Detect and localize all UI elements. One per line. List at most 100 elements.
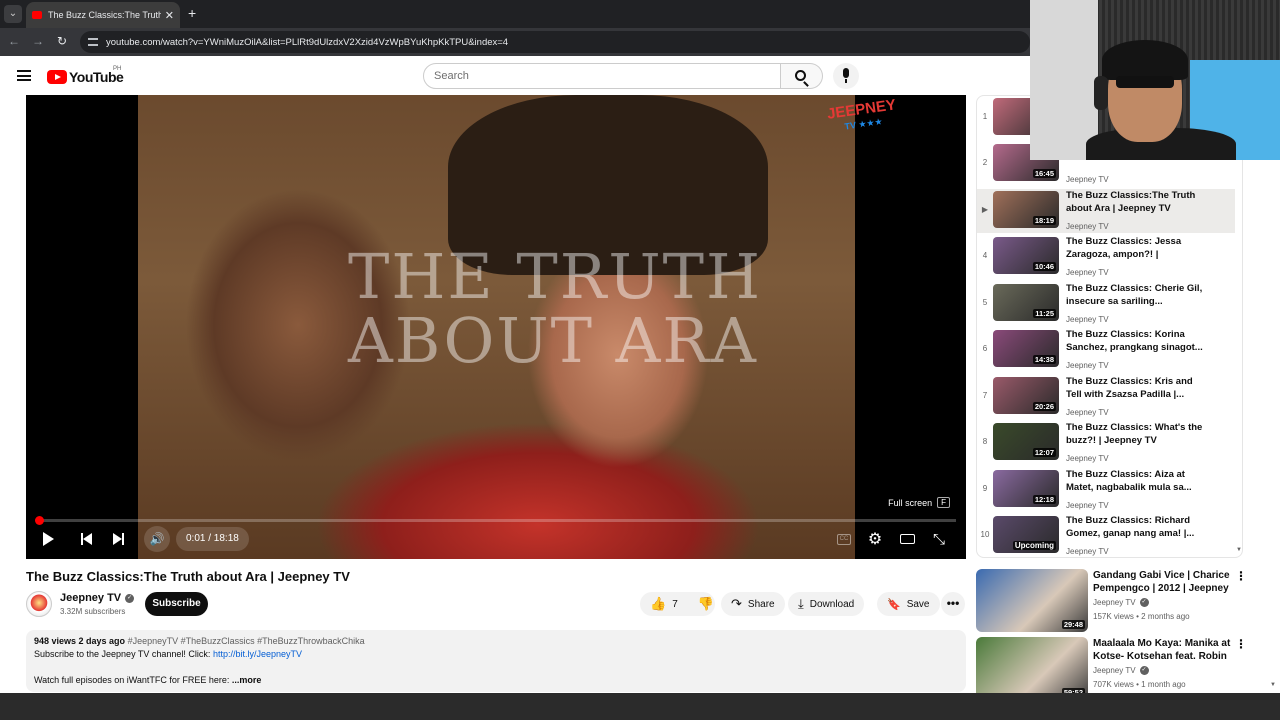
- share-icon: ↷: [731, 596, 742, 611]
- save-button[interactable]: 🔖 Save: [877, 592, 940, 616]
- show-more-link[interactable]: ...more: [232, 675, 262, 685]
- playlist-item-channel[interactable]: Jeepney TV: [1066, 268, 1109, 277]
- youtube-logo[interactable]: YouTube PH: [47, 66, 124, 85]
- captions-button[interactable]: CC: [832, 527, 856, 551]
- playlist-item[interactable]: 9 12:18 The Buzz Classics: Aiza at Matet, …: [977, 468, 1235, 512]
- subscribe-button[interactable]: Subscribe: [145, 592, 208, 616]
- playlist-item-title[interactable]: The Buzz Classics: Aiza at Matet, nagbab…: [1066, 468, 1206, 494]
- video-frame: THE TRUTH ABOUT ARA JEEPNEY TV ★★★: [138, 95, 897, 559]
- previous-button[interactable]: [74, 527, 98, 551]
- search-icon: [795, 70, 806, 81]
- playlist-item-channel[interactable]: Jeepney TV: [1066, 361, 1109, 370]
- playlist-item-title[interactable]: The Buzz Classics: Richard Gomez, ganap …: [1066, 514, 1206, 540]
- play-button[interactable]: [36, 527, 60, 551]
- recommended-video-channel[interactable]: Jeepney TV ✓: [1093, 666, 1149, 675]
- playlist-item-thumbnail[interactable]: 11:25: [993, 284, 1059, 321]
- settings-button[interactable]: ⚙: [863, 527, 887, 551]
- recommended-video-title[interactable]: Maalaala Mo Kaya: Manika at Kotse- Kotse…: [1093, 637, 1235, 663]
- playlist-item[interactable]: 5 11:25 The Buzz Classics: Cherie Gil, ins…: [977, 282, 1235, 326]
- playlist-item-thumbnail[interactable]: Upcoming: [993, 516, 1059, 553]
- share-button[interactable]: ↷ Share: [721, 592, 785, 616]
- recommended-video-title[interactable]: Gandang Gabi Vice | Charice Pempengco | …: [1093, 569, 1235, 595]
- theater-mode-button[interactable]: [895, 527, 919, 551]
- voice-search-button[interactable]: [833, 63, 859, 89]
- channel-link[interactable]: http://bit.ly/JeepneyTV: [213, 649, 302, 659]
- playlist-item-duration: 14:38: [1032, 355, 1056, 364]
- recommended-channel-name[interactable]: Jeepney TV: [1093, 666, 1136, 675]
- recommended-video-thumbnail[interactable]: 59:52: [976, 637, 1088, 700]
- playlist-item-channel[interactable]: Jeepney TV: [1066, 501, 1109, 510]
- recommended-video-channel[interactable]: Jeepney TV ✓: [1093, 598, 1149, 607]
- browser-tab-active[interactable]: The Buzz Classics:The Truth about Ara | …: [26, 2, 180, 28]
- youtube-play-logo-icon: [47, 70, 67, 84]
- channel-avatar[interactable]: [26, 591, 52, 617]
- dislike-icon[interactable]: 👎: [698, 596, 714, 612]
- hashtags[interactable]: #JeepneyTV #TheBuzzClassics #TheBuzzThro…: [128, 636, 365, 646]
- tab-close-icon[interactable]: ✕: [165, 9, 174, 22]
- playlist-item-thumbnail[interactable]: 20:26: [993, 377, 1059, 414]
- scrubber-handle[interactable]: [34, 516, 44, 525]
- more-actions-button[interactable]: •••: [941, 592, 965, 616]
- playlist-item-title[interactable]: The Buzz Classics: Kris and Tell with Zs…: [1066, 375, 1206, 401]
- site-info-icon[interactable]: [88, 38, 98, 46]
- download-button[interactable]: ⤓ Download: [788, 592, 865, 616]
- new-tab-button[interactable]: +: [188, 5, 196, 21]
- video-player[interactable]: THE TRUTH ABOUT ARA JEEPNEY TV ★★★ Full …: [26, 95, 966, 559]
- playlist-item-title[interactable]: The Buzz Classics:The Truth about Ara | …: [1066, 189, 1206, 215]
- playlist-item-title[interactable]: The Buzz Classics: Cherie Gil, insecure …: [1066, 282, 1206, 308]
- address-bar[interactable]: youtube.com/watch?v=YWniMuzOilA&list=PLl…: [80, 31, 1030, 53]
- download-icon: ⤓: [798, 596, 804, 611]
- recommended-video-thumbnail[interactable]: 29:48: [976, 569, 1088, 632]
- playlist-item[interactable]: 4 10:46 The Buzz Classics: Jessa Zaragoza,…: [977, 235, 1235, 279]
- playlist-item[interactable]: 6 14:38 The Buzz Classics: Korina Sanchez,…: [977, 328, 1235, 372]
- next-button[interactable]: [106, 527, 130, 551]
- recommended-video-duration: 29:48: [1061, 620, 1085, 629]
- playlist-item-channel[interactable]: Jeepney TV: [1066, 175, 1109, 184]
- playlist-item-channel[interactable]: Jeepney TV: [1066, 315, 1109, 324]
- progress-bar[interactable]: [34, 516, 956, 525]
- recommended-video[interactable]: 29:48 Gandang Gabi Vice | Charice Pempeng…: [976, 569, 1266, 635]
- playlist-item-thumbnail[interactable]: 14:38: [993, 330, 1059, 367]
- search-input[interactable]: Search: [423, 63, 781, 89]
- playlist-item[interactable]: 10 Upcoming The Buzz Classics: Richard Gom…: [977, 514, 1235, 557]
- playlist-item-thumbnail[interactable]: 12:18: [993, 470, 1059, 507]
- playlist-scroll-down-icon[interactable]: ▼: [1236, 547, 1242, 553]
- like-count[interactable]: 7: [672, 599, 678, 610]
- playlist-item-channel[interactable]: Jeepney TV: [1066, 547, 1109, 556]
- back-arrow-icon[interactable]: ←: [6, 34, 22, 48]
- kebab-menu-icon[interactable]: ⋮: [1235, 637, 1247, 651]
- playlist-item-channel[interactable]: Jeepney TV: [1066, 454, 1109, 463]
- playlist-item-channel[interactable]: Jeepney TV: [1066, 408, 1109, 417]
- like-icon[interactable]: 👍: [650, 596, 666, 612]
- webcam-overlay: [1030, 0, 1280, 160]
- playlist-item-thumbnail[interactable]: 18:19: [993, 191, 1059, 228]
- playlist-item-thumbnail[interactable]: 12:07: [993, 423, 1059, 460]
- subscriber-count: 3.32M subscribers: [60, 607, 126, 616]
- playlist-item-index: 2: [982, 158, 988, 167]
- webcam-person-hair: [1102, 40, 1188, 80]
- kebab-menu-icon[interactable]: ⋮: [1235, 569, 1247, 583]
- page-scroll-down-icon[interactable]: ▼: [1270, 682, 1276, 688]
- playlist-item-title[interactable]: The Buzz Classics: Korina Sanchez, prang…: [1066, 328, 1206, 354]
- playlist-item-thumbnail[interactable]: 10:46: [993, 237, 1059, 274]
- playlist-item-index: ▶: [981, 205, 989, 214]
- channel-name-row[interactable]: Jeepney TV ✓: [60, 592, 135, 604]
- playlist-item-title[interactable]: The Buzz Classics: What's the buzz?! | J…: [1066, 421, 1206, 447]
- description-box[interactable]: 948 views 2 days ago #JeepneyTV #TheBuzz…: [26, 630, 966, 692]
- menu-icon[interactable]: [17, 70, 31, 81]
- recommended-channel-name[interactable]: Jeepney TV: [1093, 598, 1136, 607]
- exit-fullscreen-button[interactable]: ⤡: [927, 527, 951, 551]
- playlist-item[interactable]: 8 12:07 The Buzz Classics: What's the buzz…: [977, 421, 1235, 465]
- search-button[interactable]: [781, 63, 823, 89]
- tab-search-button[interactable]: ⌄: [4, 5, 22, 23]
- mute-button[interactable]: 🔊: [143, 526, 171, 552]
- playlist-item-channel[interactable]: Jeepney TV: [1066, 222, 1109, 231]
- search-placeholder: Search: [434, 70, 469, 82]
- forward-arrow-icon[interactable]: →: [30, 34, 46, 48]
- playlist-item[interactable]: 7 20:26 The Buzz Classics: Kris and Tell w…: [977, 375, 1235, 419]
- playlist-item[interactable]: ▶ 18:19 The Buzz Classics:The Truth about …: [977, 189, 1235, 233]
- channel-name[interactable]: Jeepney TV: [60, 592, 121, 604]
- webcam-background: [1030, 0, 1098, 160]
- playlist-item-title[interactable]: The Buzz Classics: Jessa Zaragoza, ampon…: [1066, 235, 1206, 261]
- reload-icon[interactable]: ↻: [54, 34, 70, 48]
